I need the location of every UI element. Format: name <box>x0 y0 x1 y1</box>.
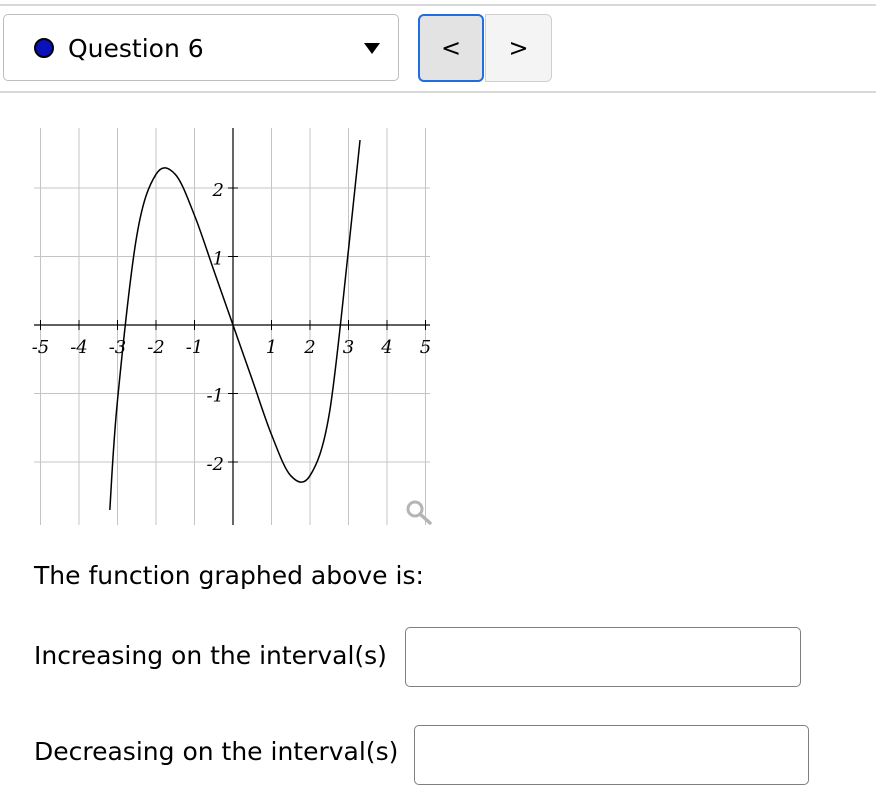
decreasing-interval-input[interactable] <box>414 725 809 785</box>
increasing-interval-input[interactable] <box>405 627 801 687</box>
caret-down-icon <box>364 43 380 54</box>
question-selector[interactable]: Question 6 <box>3 14 399 81</box>
question-label: Question 6 <box>68 34 204 63</box>
y-tick-label: -1 <box>206 386 224 407</box>
x-tick-label: 2 <box>303 337 315 358</box>
x-tick-label: 1 <box>266 337 277 358</box>
header-divider <box>0 91 876 93</box>
x-tick-label: -1 <box>186 337 204 358</box>
increasing-label: Increasing on the interval(s) <box>34 641 387 670</box>
x-tick-label: 5 <box>420 337 431 358</box>
x-tick-label: -4 <box>70 337 88 358</box>
top-divider <box>0 4 876 6</box>
y-tick-label: 2 <box>212 180 224 201</box>
previous-question-button[interactable]: < <box>418 14 484 82</box>
graph-tick-labels: -5 -4 -3 -2 -1 1 2 3 4 521-1-2 <box>32 180 432 475</box>
x-tick-label: -5 <box>32 337 50 358</box>
decreasing-label: Decreasing on the interval(s) <box>34 737 399 766</box>
status-dot-icon <box>34 38 54 58</box>
next-question-button[interactable]: > <box>485 14 552 82</box>
question-prompt: The function graphed above is: <box>34 561 424 590</box>
x-tick-label: 3 <box>343 337 354 358</box>
y-tick-label: -2 <box>206 454 224 475</box>
y-tick-label: 1 <box>213 249 224 270</box>
x-tick-label: 4 <box>380 337 392 358</box>
x-tick-label: -2 <box>147 337 165 358</box>
magnifier-icon[interactable] <box>402 497 436 527</box>
function-graph[interactable]: -5 -4 -3 -2 -1 1 2 3 4 521-1-2 <box>0 110 440 530</box>
